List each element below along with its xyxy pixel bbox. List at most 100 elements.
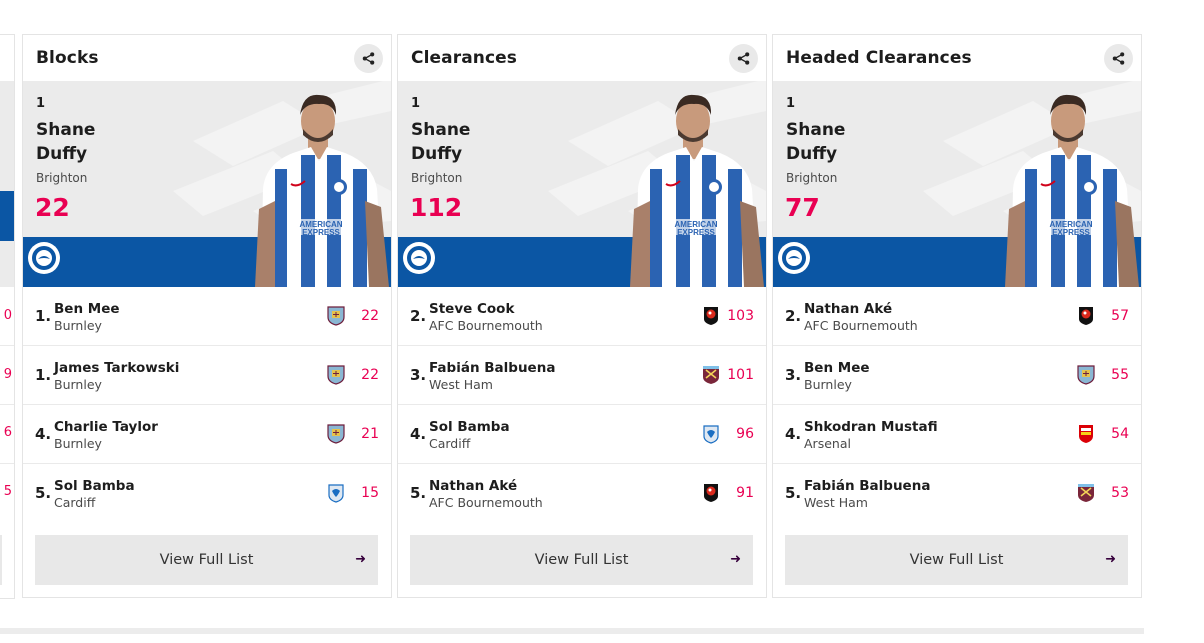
row-stat-value: 57 bbox=[1111, 308, 1129, 324]
ranking-row[interactable]: 5. Sol Bamba Cardiff 15 bbox=[23, 463, 391, 522]
row-club: Arsenal bbox=[804, 436, 851, 451]
row-stat-value: 101 bbox=[727, 367, 754, 383]
leader-rank: 1 bbox=[786, 96, 796, 111]
stat-card-clearances: Clearances 1 Shane Duffy Brighton 112 AM… bbox=[397, 34, 767, 598]
leader-stat-value: 77 bbox=[785, 193, 820, 222]
card-header: Blocks bbox=[23, 35, 391, 81]
share-button[interactable] bbox=[729, 44, 758, 73]
ranking-row[interactable]: 1. James Tarkowski Burnley 22 bbox=[23, 345, 391, 404]
svg-text:EXPRESS: EXPRESS bbox=[677, 228, 715, 237]
section-divider bbox=[0, 628, 1144, 634]
ranking-row[interactable]: 5. Nathan Aké AFC Bournemouth 91 bbox=[398, 463, 766, 522]
leader-hero[interactable]: 1 Shane Duffy Brighton 22 AMERICAN EXPRE… bbox=[23, 81, 391, 287]
divider bbox=[0, 404, 14, 405]
leader-rank: 1 bbox=[411, 96, 421, 111]
row-club: West Ham bbox=[429, 377, 493, 392]
ranking-list: 1. Ben Mee Burnley 22 1. James Tarkowski… bbox=[23, 287, 391, 522]
ranking-row[interactable]: 4. Shkodran Mustafi Arsenal 54 bbox=[773, 404, 1141, 463]
share-button[interactable] bbox=[1104, 44, 1133, 73]
ranking-row[interactable]: 5. Fabián Balbuena West Ham 53 bbox=[773, 463, 1141, 522]
row-stat-value: 91 bbox=[736, 485, 754, 501]
card-header: Clearances bbox=[398, 35, 766, 81]
svg-text:EXPRESS: EXPRESS bbox=[302, 228, 340, 237]
row-club: Burnley bbox=[54, 318, 102, 333]
ranking-row[interactable]: 2. Steve Cook AFC Bournemouth 103 bbox=[398, 287, 766, 345]
ranking-row[interactable]: 2. Nathan Aké AFC Bournemouth 57 bbox=[773, 287, 1141, 345]
row-position: 2. bbox=[785, 307, 802, 325]
previous-card-value: 6 bbox=[3, 425, 12, 440]
view-full-list-button[interactable]: View Full List ➜ bbox=[35, 535, 378, 585]
ranking-row[interactable]: 4. Charlie Taylor Burnley 21 bbox=[23, 404, 391, 463]
row-player-name: Fabián Balbuena bbox=[804, 478, 931, 494]
player-photo: AMERICAN EXPRESS bbox=[630, 94, 764, 287]
card-title: Clearances bbox=[411, 48, 517, 68]
leader-first-name: Shane bbox=[36, 120, 96, 140]
row-club: West Ham bbox=[804, 495, 868, 510]
row-position: 3. bbox=[410, 366, 427, 384]
row-stat-value: 96 bbox=[736, 426, 754, 442]
row-position: 3. bbox=[785, 366, 802, 384]
previous-view-full-list-button[interactable] bbox=[0, 535, 2, 585]
row-player-name: Ben Mee bbox=[804, 360, 870, 376]
row-position: 1. bbox=[35, 307, 52, 325]
ranking-row[interactable]: 1. Ben Mee Burnley 22 bbox=[23, 287, 391, 345]
row-position: 5. bbox=[785, 484, 802, 502]
row-stat-value: 22 bbox=[361, 367, 379, 383]
leader-rank: 1 bbox=[36, 96, 46, 111]
share-button[interactable] bbox=[354, 44, 383, 73]
row-position: 4. bbox=[35, 425, 52, 443]
row-player-name: Sol Bamba bbox=[429, 419, 510, 435]
brighton-badge-icon bbox=[28, 242, 60, 274]
leader-last-name: Duffy bbox=[786, 144, 838, 164]
row-player-name: Fabián Balbuena bbox=[429, 360, 556, 376]
view-full-list-label: View Full List bbox=[534, 552, 629, 568]
row-player-name: Steve Cook bbox=[429, 301, 515, 317]
row-stat-value: 54 bbox=[1111, 426, 1129, 442]
previous-stat-card: 0 9 6 5 bbox=[0, 34, 15, 599]
burnley-crest-icon bbox=[1077, 365, 1095, 385]
previous-card-value: 9 bbox=[3, 367, 12, 382]
divider bbox=[0, 463, 14, 464]
row-player-name: Nathan Aké bbox=[804, 301, 893, 317]
share-icon bbox=[362, 52, 375, 65]
row-position: 4. bbox=[410, 425, 427, 443]
leader-club: Brighton bbox=[411, 171, 463, 185]
row-club: AFC Bournemouth bbox=[804, 318, 918, 333]
row-player-name: Ben Mee bbox=[54, 301, 120, 317]
ranking-row[interactable]: 4. Sol Bamba Cardiff 96 bbox=[398, 404, 766, 463]
ranking-list: 2. Nathan Aké AFC Bournemouth 57 3. Ben … bbox=[773, 287, 1141, 522]
leader-last-name: Duffy bbox=[411, 144, 463, 164]
stat-card-blocks: Blocks 1 Shane Duffy Brighton 22 AMERICA… bbox=[22, 34, 392, 598]
row-player-name: Sol Bamba bbox=[54, 478, 135, 494]
brighton-badge-icon bbox=[778, 242, 810, 274]
previous-card-band bbox=[0, 191, 14, 241]
player-photo: AMERICAN EXPRESS bbox=[1005, 94, 1139, 287]
view-full-list-button[interactable]: View Full List ➜ bbox=[785, 535, 1128, 585]
burnley-crest-icon bbox=[327, 306, 345, 326]
westham-crest-icon bbox=[1078, 484, 1094, 502]
card-title: Headed Clearances bbox=[786, 48, 972, 68]
share-icon bbox=[737, 52, 750, 65]
ranking-row[interactable]: 3. Fabián Balbuena West Ham 101 bbox=[398, 345, 766, 404]
arrow-right-icon: ➜ bbox=[1105, 552, 1116, 567]
divider bbox=[0, 345, 14, 346]
arrow-right-icon: ➜ bbox=[355, 552, 366, 567]
cardiff-crest-icon bbox=[328, 484, 344, 503]
leader-hero[interactable]: 1 Shane Duffy Brighton 112 AMERICAN EXPR… bbox=[398, 81, 766, 287]
row-stat-value: 53 bbox=[1111, 485, 1129, 501]
burnley-crest-icon bbox=[327, 424, 345, 444]
view-full-list-button[interactable]: View Full List ➜ bbox=[410, 535, 753, 585]
player-photo: AMERICAN EXPRESS bbox=[255, 94, 389, 287]
row-player-name: Shkodran Mustafi bbox=[804, 419, 938, 435]
row-stat-value: 55 bbox=[1111, 367, 1129, 383]
row-stat-value: 22 bbox=[361, 308, 379, 324]
leader-stat-value: 112 bbox=[410, 193, 463, 222]
bournemouth-crest-icon bbox=[704, 484, 718, 502]
burnley-crest-icon bbox=[327, 365, 345, 385]
row-club: Cardiff bbox=[54, 495, 96, 510]
row-stat-value: 103 bbox=[727, 308, 754, 324]
bournemouth-crest-icon bbox=[1079, 307, 1093, 325]
ranking-row[interactable]: 3. Ben Mee Burnley 55 bbox=[773, 345, 1141, 404]
leader-stat-value: 22 bbox=[35, 193, 70, 222]
leader-hero[interactable]: 1 Shane Duffy Brighton 77 AMERICAN EXPRE… bbox=[773, 81, 1141, 287]
